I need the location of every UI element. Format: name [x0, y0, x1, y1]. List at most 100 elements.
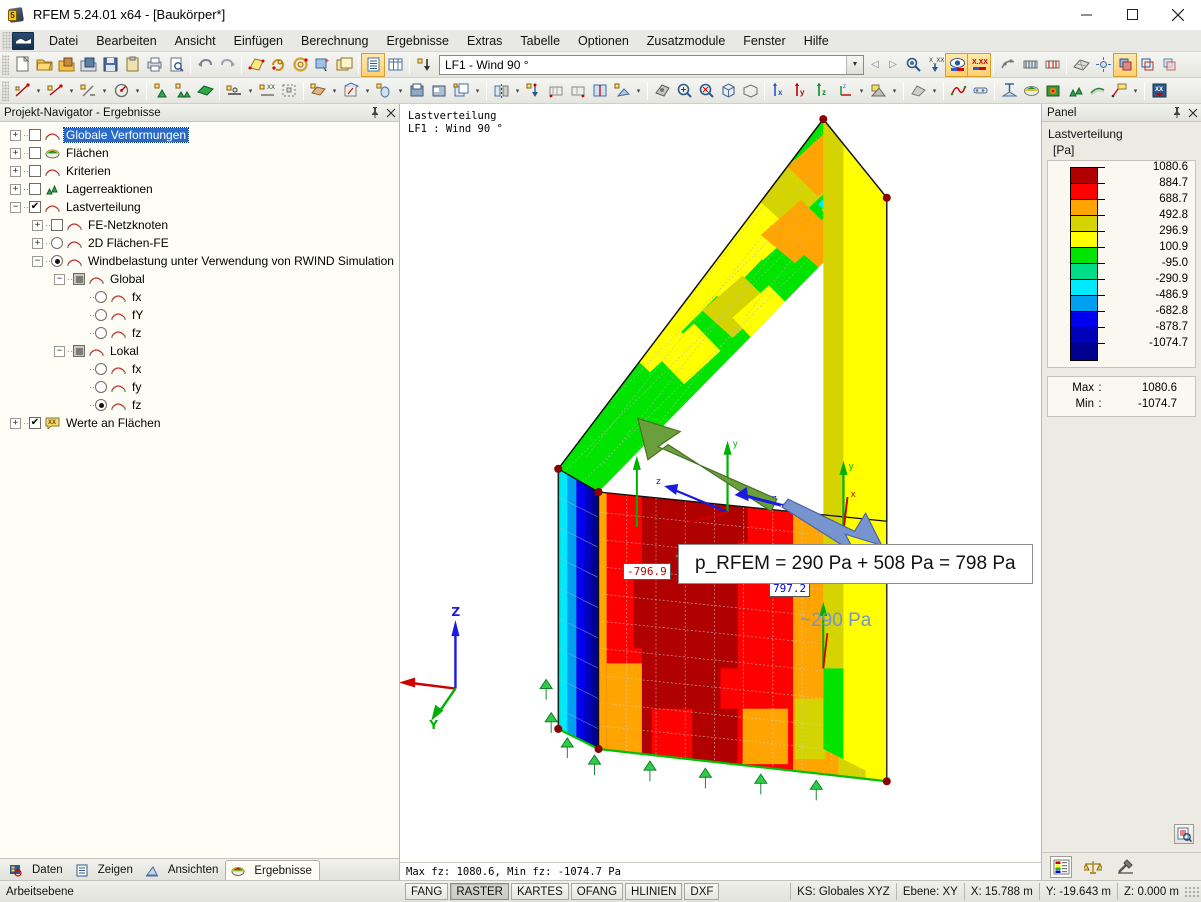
fe-mesh-icon[interactable]	[1070, 54, 1092, 76]
selection-window-icon[interactable]	[278, 80, 300, 102]
model-view-icon[interactable]	[651, 80, 673, 102]
collapse-icon[interactable]: −	[54, 274, 65, 285]
select-special-icon[interactable]: +	[311, 54, 333, 76]
mesh-refine-icon[interactable]	[1092, 54, 1114, 76]
show-results-icon[interactable]	[946, 54, 968, 76]
tree-item-global[interactable]: − ··· Global	[4, 270, 399, 288]
undo-icon[interactable]	[194, 54, 216, 76]
checkbox[interactable]: ✔	[29, 417, 41, 429]
panel-tab-scale[interactable]	[1082, 856, 1104, 878]
line-support-icon[interactable]	[172, 80, 194, 102]
zoom-out-icon[interactable]	[695, 80, 717, 102]
pin-icon[interactable]	[367, 105, 383, 121]
menu-item-optionen[interactable]: Optionen	[569, 32, 638, 50]
panel-tab-factors[interactable]	[1114, 856, 1136, 878]
model-region-icon[interactable]	[907, 80, 929, 102]
previous-load-case-button[interactable]: ◁	[866, 54, 884, 76]
status-toggle-ofang[interactable]: OFANG	[571, 883, 623, 900]
tree-item-lastverteilung[interactable]: − ··· ✔ Lastverteilung	[4, 198, 399, 216]
result-value-dropdown[interactable]: ▾	[1130, 80, 1141, 102]
status-coordinate-system[interactable]: KS: Globales XYZ	[790, 883, 896, 900]
open-tables-icon[interactable]	[362, 54, 384, 76]
radio-button[interactable]	[95, 309, 107, 321]
new-surface-icon[interactable]	[307, 80, 329, 102]
load-combination-icon[interactable]: X_XX	[924, 54, 946, 76]
result-section-icon[interactable]	[969, 80, 991, 102]
status-toggle-fang[interactable]: FANG	[405, 883, 448, 900]
toolbar-grip-handle[interactable]	[2, 55, 9, 75]
deformed-shape-icon[interactable]	[1086, 80, 1108, 102]
result-diagram-icon[interactable]	[947, 80, 969, 102]
menu-item-bearbeiten[interactable]: Bearbeiten	[87, 32, 165, 50]
expand-icon[interactable]: +	[10, 130, 21, 141]
clipboard-icon[interactable]	[121, 54, 143, 76]
modeling-toolbar-grip[interactable]	[2, 81, 9, 101]
checkbox[interactable]	[29, 129, 41, 141]
view-axes-dropdown[interactable]: ▾	[856, 80, 867, 102]
open-project-icon[interactable]	[55, 54, 77, 76]
tab-daten[interactable]: Daten	[4, 860, 70, 880]
radio-button[interactable]	[51, 255, 63, 267]
color-results-icon[interactable]	[1020, 80, 1042, 102]
show-values-icon[interactable]: X.XX	[968, 54, 990, 76]
tree-item-2d-flaechen-fe[interactable]: + ··· 2D Flächen-FE	[4, 234, 399, 252]
menu-item-zusatzmodule[interactable]: Zusatzmodule	[638, 32, 735, 50]
tree-item-flaechen[interactable]: + ··· Flächen	[4, 144, 399, 162]
radio-button[interactable]	[95, 381, 107, 393]
member-result-icon[interactable]: XX	[256, 80, 278, 102]
save-icon[interactable]	[99, 54, 121, 76]
close-button[interactable]	[1155, 0, 1201, 30]
menu-item-einfuegen[interactable]: Einfügen	[225, 32, 292, 50]
menu-item-ansicht[interactable]: Ansicht	[166, 32, 225, 50]
tree-item-fe-netzknoten[interactable]: + ··· FE-Netzknoten	[4, 216, 399, 234]
tree-item-werte-an-flaechen[interactable]: + ··· ✔ XX Werte an Flächen	[4, 414, 399, 432]
menu-item-extras[interactable]: Extras	[458, 32, 511, 50]
new-arc-icon[interactable]	[110, 80, 132, 102]
navigator-close-icon[interactable]	[383, 105, 399, 121]
new-solid-dropdown[interactable]: ▾	[362, 80, 373, 102]
resize-grip[interactable]	[1185, 885, 1199, 899]
surface-support-icon[interactable]	[194, 80, 216, 102]
view-axes-icon[interactable]: z	[834, 80, 856, 102]
printout-report-icon[interactable]: XX	[1148, 80, 1170, 102]
extrude-right-icon[interactable]	[567, 80, 589, 102]
tab-zeigen[interactable]: Zeigen	[70, 860, 140, 880]
expand-icon[interactable]: +	[32, 220, 43, 231]
result-surface-icon[interactable]	[998, 80, 1020, 102]
loads-display2-icon[interactable]	[1041, 54, 1063, 76]
new-block2-icon[interactable]	[428, 80, 450, 102]
tree-item-lokal-fz[interactable]: ··· fz	[4, 396, 399, 414]
rotate-view-icon[interactable]	[267, 54, 289, 76]
menu-item-ergebnisse[interactable]: Ergebnisse	[377, 32, 458, 50]
expand-icon[interactable]: +	[10, 148, 21, 159]
checkbox[interactable]	[29, 165, 41, 177]
collapse-icon[interactable]: −	[54, 346, 65, 357]
open-model-icon[interactable]	[77, 54, 99, 76]
mirror-dropdown[interactable]: ▾	[512, 80, 523, 102]
radio-button[interactable]	[95, 399, 107, 411]
panel-tab-color-scale[interactable]	[1050, 856, 1072, 878]
shading-dropdown[interactable]: ▾	[889, 80, 900, 102]
radio-button[interactable]	[95, 327, 107, 339]
new-line-dropdown[interactable]: ▾	[66, 80, 77, 102]
status-toggle-raster[interactable]: RASTER	[450, 883, 509, 900]
expand-icon[interactable]: +	[10, 184, 21, 195]
menu-item-datei[interactable]: Datei	[40, 32, 87, 50]
tab-ansichten[interactable]: Ansichten	[140, 860, 226, 880]
copy-object-icon[interactable]	[450, 80, 472, 102]
loads-display-icon[interactable]	[1019, 54, 1041, 76]
new-file-icon[interactable]	[11, 54, 33, 76]
status-toggle-kartes[interactable]: KARTES	[511, 883, 569, 900]
open-file-icon[interactable]	[33, 54, 55, 76]
redo-icon[interactable]	[216, 54, 238, 76]
new-block-icon[interactable]	[406, 80, 428, 102]
new-node-icon[interactable]	[11, 80, 33, 102]
zoom-window-icon[interactable]	[673, 80, 695, 102]
table-grid-icon[interactable]	[384, 54, 406, 76]
view-x-icon[interactable]: x	[768, 80, 790, 102]
minimize-button[interactable]	[1063, 0, 1109, 30]
tree-item-lokal[interactable]: − ··· Lokal	[4, 342, 399, 360]
chevron-down-icon[interactable]: ▼	[846, 56, 863, 74]
print-preview-icon[interactable]	[165, 54, 187, 76]
collapse-icon[interactable]: −	[32, 256, 43, 267]
